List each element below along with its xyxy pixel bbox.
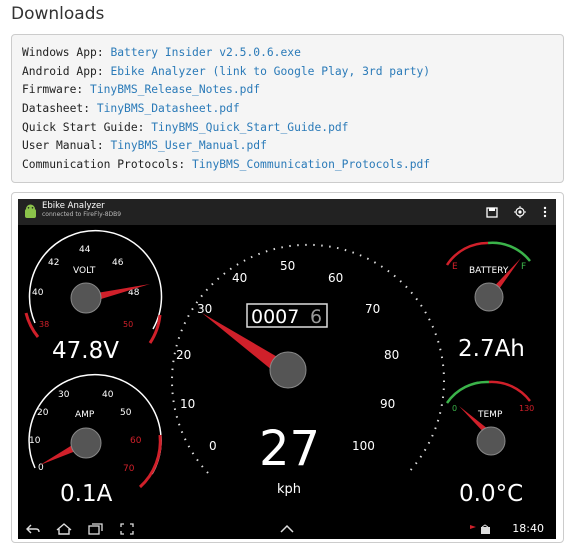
- download-row: Firmware: TinyBMS_Release_Notes.pdf: [22, 83, 260, 96]
- temp-label: TEMP: [477, 410, 503, 420]
- status-clock: 18:40: [512, 522, 544, 535]
- download-link[interactable]: TinyBMS_Datasheet.pdf: [97, 102, 240, 115]
- speed-tick-label: 60: [328, 271, 343, 285]
- odometer-value: 0007: [251, 306, 299, 328]
- speed-tick-label: 20: [176, 348, 191, 362]
- download-link[interactable]: TinyBMS_Communication_Protocols.pdf: [192, 158, 430, 171]
- volt-dial-arc: [28, 229, 163, 330]
- temp-cool-arc: [445, 380, 490, 404]
- volt-redline: [148, 314, 162, 344]
- notification-icons: [470, 524, 490, 534]
- speed-tick-label: 30: [197, 302, 212, 316]
- download-row: Communication Protocols: TinyBMS_Communi…: [22, 158, 430, 171]
- speed-tick-label: 70: [365, 302, 380, 316]
- android-nav-bar: 18:40: [18, 520, 556, 539]
- download-label: User Manual:: [22, 139, 104, 152]
- battery-full-label: F: [521, 262, 526, 272]
- downloads-box: Windows App: Battery Insider v2.5.0.6.ex…: [11, 34, 564, 183]
- download-label: Communication Protocols:: [22, 158, 186, 171]
- download-link[interactable]: TinyBMS_Release_Notes.pdf: [90, 83, 260, 96]
- volt-tick-label: 46: [112, 258, 124, 268]
- download-label: Windows App:: [22, 46, 104, 59]
- battery-readout: 2.7Ah: [458, 336, 525, 362]
- android-app-icon: [25, 204, 36, 218]
- battery-label: BATTERY: [469, 266, 509, 276]
- volt-tick-label: 44: [79, 245, 91, 255]
- battery-gauge: E F BATTERY 2.7Ah: [445, 241, 531, 362]
- temp-hub: [476, 426, 506, 456]
- amp-tick-label: 10: [29, 436, 41, 446]
- speed-tick-label: 90: [380, 397, 395, 411]
- app-title: Ebike Analyzer: [42, 201, 105, 211]
- amp-tick-label: 40: [102, 390, 114, 400]
- screenshot-icon[interactable]: [120, 523, 134, 535]
- back-icon[interactable]: [26, 524, 40, 535]
- temp-hot-arc: [488, 380, 531, 402]
- volt-gauge: 38 40 42 44 46 48 50 VOLT 47.8V: [24, 229, 163, 364]
- volt-hub: [70, 282, 102, 314]
- speed-value: 27: [259, 421, 320, 477]
- amp-tick-label: 60: [130, 436, 142, 446]
- speed-tick-label: 80: [384, 348, 399, 362]
- speed-tick-label: 100: [352, 439, 375, 453]
- download-row: Android App: Ebike Analyzer (link to Goo…: [22, 65, 430, 78]
- amp-label: AMP: [75, 410, 95, 420]
- download-link[interactable]: TinyBMS_Quick_Start_Guide.pdf: [151, 121, 348, 134]
- download-row: Datasheet: TinyBMS_Datasheet.pdf: [22, 102, 240, 115]
- battery-empty-label: E: [452, 262, 458, 272]
- app-action-bar: Ebike Analyzer connected to FireFly-8DB9: [18, 199, 556, 225]
- volt-label: VOLT: [73, 266, 96, 276]
- amp-dial-arc: [28, 373, 162, 475]
- speed-tick-label: 10: [180, 397, 195, 411]
- speed-tick-label: 50: [280, 259, 295, 273]
- chevron-up-icon[interactable]: [280, 524, 294, 533]
- amp-readout: 0.1A: [60, 481, 113, 507]
- location-icon[interactable]: [514, 206, 526, 218]
- amp-redline: [138, 434, 162, 489]
- volt-tick-label: 50: [123, 320, 133, 329]
- speed-unit: kph: [277, 482, 301, 497]
- download-label: Datasheet:: [22, 102, 91, 115]
- download-link[interactable]: Battery Insider v2.5.0.6.exe: [110, 46, 300, 59]
- overflow-menu-icon[interactable]: [543, 206, 547, 218]
- volt-tick-label: 38: [39, 320, 49, 329]
- home-icon[interactable]: [56, 523, 72, 535]
- speed-tick-label: 40: [232, 271, 247, 285]
- speed-hub: [269, 351, 307, 389]
- download-row: User Manual: TinyBMS_User_Manual.pdf: [22, 139, 267, 152]
- odometer-decimal: 6: [310, 306, 322, 328]
- speed-gauge: 0 10 20 30 40 50 60 70 80 90 100 0007 6 …: [171, 243, 445, 497]
- download-label: Quick Start Guide:: [22, 121, 145, 134]
- amp-tick-label: 70: [123, 464, 135, 474]
- volt-tick-label: 40: [32, 288, 44, 298]
- volt-readout: 47.8V: [52, 338, 119, 364]
- app-screenshot: Ebike Analyzer connected to FireFly-8DB9…: [18, 199, 556, 539]
- temp-max-label: 130: [519, 404, 534, 413]
- temp-min-label: 0: [452, 404, 457, 413]
- battery-full-arc: [487, 241, 531, 262]
- download-label: Android App:: [22, 65, 104, 78]
- download-link[interactable]: TinyBMS_User_Manual.pdf: [110, 139, 266, 152]
- download-link[interactable]: Ebike Analyzer (link to Google Play, 3rd…: [110, 65, 430, 78]
- save-icon[interactable]: [486, 207, 498, 218]
- temp-gauge: 0 130 TEMP 0.0°C: [445, 380, 534, 507]
- download-row: Windows App: Battery Insider v2.5.0.6.ex…: [22, 46, 301, 59]
- amp-tick-label: 20: [37, 408, 49, 418]
- dashboard: 38 40 42 44 46 48 50 VOLT 47.8V 0 10 20 …: [24, 229, 534, 507]
- amp-hub: [70, 427, 102, 459]
- recent-apps-icon[interactable]: [88, 523, 103, 535]
- amp-tick-label: 50: [120, 408, 132, 418]
- temp-readout: 0.0°C: [459, 481, 523, 507]
- amp-gauge: 0 10 20 30 40 50 60 70 AMP 0.1A: [28, 373, 162, 507]
- app-subtitle: connected to FireFly-8DB9: [42, 211, 122, 218]
- download-label: Firmware:: [22, 83, 84, 96]
- battery-hub: [474, 282, 504, 312]
- amp-tick-label: 30: [58, 390, 70, 400]
- volt-tick-label: 42: [48, 258, 59, 268]
- speed-tick-label: 0: [209, 439, 217, 453]
- download-row: Quick Start Guide: TinyBMS_Quick_Start_G…: [22, 121, 349, 134]
- page-heading: Downloads: [11, 4, 105, 24]
